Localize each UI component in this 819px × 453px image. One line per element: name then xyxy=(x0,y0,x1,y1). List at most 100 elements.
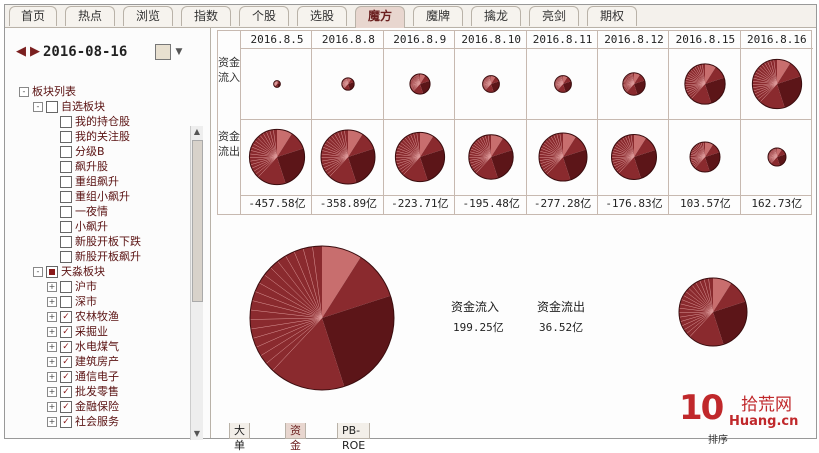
tree-item[interactable]: +✓社会服务 xyxy=(47,414,119,430)
expand-icon[interactable]: + xyxy=(47,372,57,382)
tree-item[interactable]: +✓建筑房产 xyxy=(47,354,119,370)
bottom-tab-0[interactable]: 大单 xyxy=(229,423,250,439)
expand-icon[interactable]: + xyxy=(47,312,57,322)
outflow-pie xyxy=(612,135,657,180)
flow-column[interactable]: 2016.8.15103.57亿 xyxy=(668,31,741,214)
tab-7[interactable]: 魔牌 xyxy=(413,6,463,26)
tree-item-checkbox[interactable] xyxy=(60,236,72,248)
flow-column[interactable]: 2016.8.16162.73亿 xyxy=(740,31,813,214)
expand-icon[interactable]: + xyxy=(47,357,57,367)
tree-item-checkbox[interactable]: ✓ xyxy=(60,326,72,338)
tree-item-checkbox[interactable]: ✓ xyxy=(60,371,72,383)
tree-item[interactable]: 飙升股 xyxy=(47,159,108,175)
tree-scrollbar[interactable]: ▲ ▼ xyxy=(190,126,203,440)
tree-item[interactable]: - 自选板块 xyxy=(33,99,105,115)
tree-item-checkbox[interactable] xyxy=(60,221,72,233)
tree-item-checkbox[interactable]: ✓ xyxy=(60,416,72,428)
bottom-tab-1[interactable]: 资金 xyxy=(285,423,306,439)
tree-item[interactable]: +✓采掘业 xyxy=(47,324,108,340)
tree-item[interactable]: +✓农林牧渔 xyxy=(47,309,119,325)
tree-item-checkbox[interactable] xyxy=(60,191,72,203)
next-date-arrow-icon[interactable]: ▶ xyxy=(29,44,41,60)
tab-1[interactable]: 热点 xyxy=(65,6,115,26)
flow-column[interactable]: 2016.8.5-457.58亿 xyxy=(240,31,313,214)
tree-item[interactable]: 我的关注股 xyxy=(47,129,130,145)
tree-item-checkbox[interactable]: ✓ xyxy=(60,311,72,323)
tree-item[interactable]: +✓通信电子 xyxy=(47,369,119,385)
tab-2[interactable]: 浏览 xyxy=(123,6,173,26)
tree-item-checkbox[interactable]: ✓ xyxy=(60,401,72,413)
expand-icon[interactable]: + xyxy=(47,402,57,412)
tab-3[interactable]: 指数 xyxy=(181,6,231,26)
tree-item-checkbox[interactable] xyxy=(46,266,58,278)
scroll-up-arrow-icon[interactable]: ▲ xyxy=(191,126,203,138)
tab-10[interactable]: 期权 xyxy=(587,6,637,26)
tree-item-checkbox[interactable] xyxy=(60,116,72,128)
expand-icon[interactable]: + xyxy=(47,342,57,352)
collapse-icon[interactable]: - xyxy=(33,102,43,112)
tree-item-checkbox[interactable] xyxy=(60,251,72,263)
tree-item[interactable]: +✓金融保险 xyxy=(47,399,119,415)
expand-icon[interactable]: + xyxy=(47,327,57,337)
collapse-icon[interactable]: - xyxy=(33,267,43,277)
tree-item-checkbox[interactable] xyxy=(60,281,72,293)
tree-item-checkbox[interactable]: ✓ xyxy=(60,341,72,353)
outflow-pie xyxy=(539,133,587,181)
current-date[interactable]: 2016-08-16 xyxy=(43,44,127,60)
chevron-down-icon[interactable]: ▼ xyxy=(173,44,185,60)
calendar-icon[interactable] xyxy=(155,44,171,60)
flow-column[interactable]: 2016.8.12-176.83亿 xyxy=(597,31,670,214)
tree-item[interactable]: +✓水电煤气 xyxy=(47,339,119,355)
tree-item[interactable]: 重组小飙升 xyxy=(47,189,130,205)
tree-item-checkbox[interactable] xyxy=(60,296,72,308)
tree-item-checkbox[interactable] xyxy=(60,131,72,143)
tab-8[interactable]: 擒龙 xyxy=(471,6,521,26)
prev-date-arrow-icon[interactable]: ◀ xyxy=(15,44,27,60)
tree-item-checkbox[interactable]: ✓ xyxy=(60,356,72,368)
expand-icon[interactable]: + xyxy=(47,282,57,292)
tree-item[interactable]: +✓批发零售 xyxy=(47,384,119,400)
tree-item[interactable]: 我的持仓股 xyxy=(47,114,130,130)
tab-6[interactable]: 魔方 xyxy=(355,6,405,28)
tree-item[interactable]: 分级B xyxy=(47,144,105,160)
tab-4[interactable]: 个股 xyxy=(239,6,289,26)
tree-item-checkbox[interactable] xyxy=(46,101,58,113)
tree-item[interactable]: 新股开板飙升 xyxy=(47,249,141,265)
sector-panel: ◀ ▶ 2016-08-16 ▼ -板块列表-自选板块我的持仓股我的关注股分级B… xyxy=(5,28,211,438)
expand-icon[interactable]: + xyxy=(47,387,57,397)
net-flow-value: -457.58亿 xyxy=(241,195,313,212)
tree-item[interactable]: 重组飙升 xyxy=(47,174,119,190)
tree-item-checkbox[interactable] xyxy=(60,146,72,158)
tree-item-label: 批发零售 xyxy=(75,385,119,398)
tree-item-checkbox[interactable] xyxy=(60,161,72,173)
flow-column[interactable]: 2016.8.9-223.71亿 xyxy=(383,31,456,214)
flow-column[interactable]: 2016.8.10-195.48亿 xyxy=(454,31,527,214)
date-selector[interactable]: ◀ ▶ 2016-08-16 ▼ xyxy=(15,42,200,64)
tree-item[interactable]: 一夜情 xyxy=(47,204,108,220)
tree-item[interactable]: 新股开板下跌 xyxy=(47,234,141,250)
expand-icon[interactable]: + xyxy=(47,297,57,307)
collapse-icon[interactable]: - xyxy=(19,87,29,97)
tree-item[interactable]: -板块列表 xyxy=(19,84,76,100)
scrollbar-thumb[interactable] xyxy=(192,140,203,302)
tree-item-checkbox[interactable] xyxy=(60,206,72,218)
tree-item[interactable]: -天淼板块 xyxy=(33,264,105,280)
total-outflow-pie xyxy=(247,243,397,393)
expand-icon[interactable]: + xyxy=(47,417,57,427)
summary-outflow-label: 资金流出 xyxy=(537,298,585,315)
tab-5[interactable]: 选股 xyxy=(297,6,347,26)
tab-0[interactable]: 首页 xyxy=(9,6,57,26)
scroll-down-arrow-icon[interactable]: ▼ xyxy=(191,428,203,440)
flow-column[interactable]: 2016.8.8-358.89亿 xyxy=(311,31,384,214)
app-frame: 首页热点浏览指数个股选股魔方魔牌擒龙亮剑期权 ◀ ▶ 2016-08-16 ▼ … xyxy=(4,4,817,439)
flow-column[interactable]: 2016.8.11-277.28亿 xyxy=(526,31,599,214)
bottom-tab-2[interactable]: PB-ROE xyxy=(337,423,370,439)
watermark-url: Huang.cn xyxy=(729,414,798,429)
tree-item-label: 自选板块 xyxy=(61,100,105,113)
tree-item[interactable]: 小飙升 xyxy=(47,219,108,235)
tree-item-checkbox[interactable]: ✓ xyxy=(60,386,72,398)
tree-item[interactable]: +沪市 xyxy=(47,279,97,295)
tree-item[interactable]: +深市 xyxy=(47,294,97,310)
tree-item-checkbox[interactable] xyxy=(60,176,72,188)
tab-9[interactable]: 亮剑 xyxy=(529,6,579,26)
